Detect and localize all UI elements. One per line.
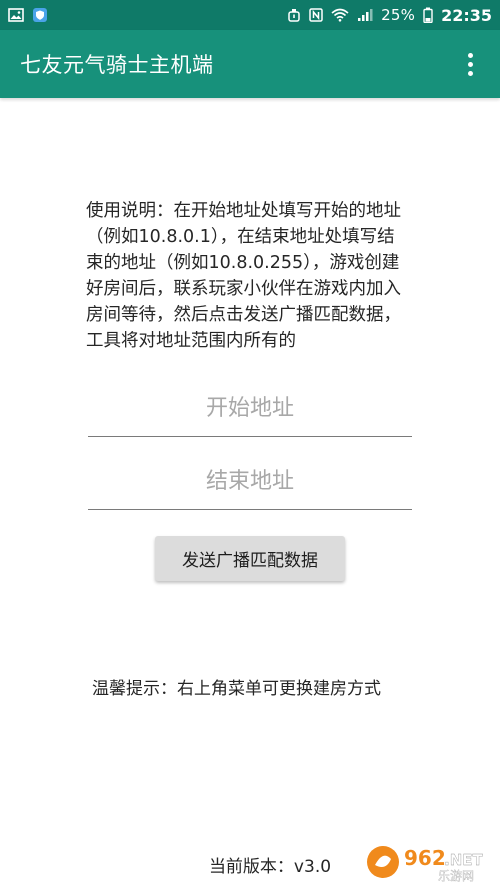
battery-percent: 25% [381,6,416,24]
instructions-text: 使用说明：在开始地址处填写开始的地址（例如10.8.0.1），在结束地址处填写结… [86,201,401,351]
app-bar: 七友元气骑士主机端 [0,30,500,98]
nfc-icon [309,8,323,22]
status-bar: 25% 22:35 [0,0,500,30]
image-icon [8,8,24,22]
watermark-logo: 962 .NET 乐游网 [364,841,494,883]
signal-icon [357,8,373,22]
more-vert-icon [467,52,473,58]
clock-time: 22:35 [441,5,492,25]
end-address-input[interactable] [88,454,412,510]
svg-text:.NET: .NET [444,851,483,869]
status-right-icons: 25% 22:35 [287,6,492,25]
battery-icon [423,7,433,23]
app-title: 七友元气骑士主机端 [20,53,214,77]
overflow-menu-button[interactable] [458,44,482,84]
send-broadcast-button[interactable]: 发送广播匹配数据 [155,536,345,581]
alarm-icon [287,8,301,22]
svg-text:962: 962 [404,846,446,870]
svg-text:乐游网: 乐游网 [438,869,474,883]
shield-app-icon [32,7,48,23]
status-left-icons [8,7,48,23]
start-address-input[interactable] [88,381,412,437]
tip-text: 温馨提示：右上角菜单可更换建房方式 [92,679,381,699]
wifi-icon [331,8,349,22]
